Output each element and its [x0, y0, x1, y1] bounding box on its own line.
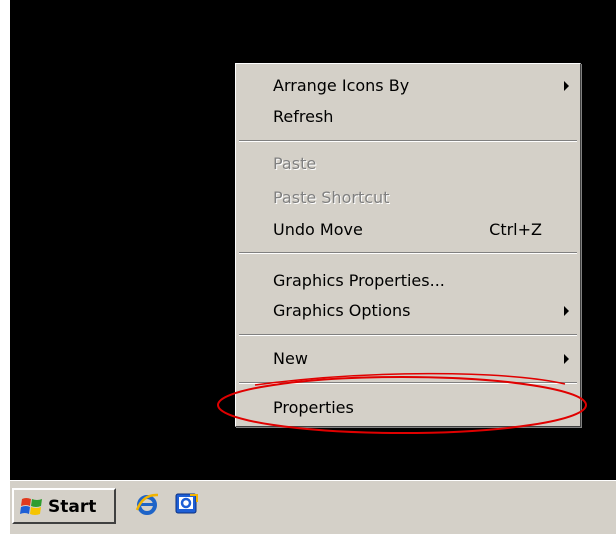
submenu-arrow-icon — [564, 81, 569, 91]
menu-item-label: Paste — [273, 154, 317, 173]
internet-explorer-icon[interactable] — [135, 492, 159, 516]
menu-item-shortcut: Ctrl+Z — [489, 220, 542, 239]
menu-item-label: Graphics Properties... — [273, 271, 445, 290]
menu-item-refresh[interactable]: Refresh — [238, 102, 578, 132]
menu-item-graphics-properties[interactable]: Graphics Properties... — [238, 266, 578, 296]
menu-item-label: Refresh — [273, 107, 334, 126]
start-label: Start — [48, 497, 97, 517]
menu-item-new[interactable]: New — [238, 344, 578, 374]
show-desktop-icon[interactable] — [175, 492, 199, 516]
taskbar: Start — [10, 480, 616, 534]
menu-item-label: Graphics Options — [273, 301, 411, 320]
submenu-arrow-icon — [564, 354, 569, 364]
menu-item-label: Arrange Icons By — [273, 76, 410, 95]
menu-item-arrange-icons-by[interactable]: Arrange Icons By — [238, 71, 578, 101]
menu-item-paste: Paste — [238, 149, 578, 179]
start-button[interactable]: Start — [12, 488, 116, 524]
menu-item-label: New — [273, 349, 308, 368]
menu-item-undo-move[interactable]: Undo Move Ctrl+Z — [238, 215, 578, 245]
menu-item-paste-shortcut: Paste Shortcut — [238, 183, 578, 213]
menu-separator — [239, 140, 577, 142]
red-highlight-ellipse — [217, 372, 587, 434]
menu-separator — [239, 334, 577, 336]
submenu-arrow-icon — [564, 306, 569, 316]
menu-item-label: Undo Move — [273, 220, 363, 239]
menu-item-label: Paste Shortcut — [273, 188, 390, 207]
menu-item-graphics-options[interactable]: Graphics Options — [238, 296, 578, 326]
windows-logo-icon — [20, 498, 42, 515]
menu-separator — [239, 252, 577, 254]
